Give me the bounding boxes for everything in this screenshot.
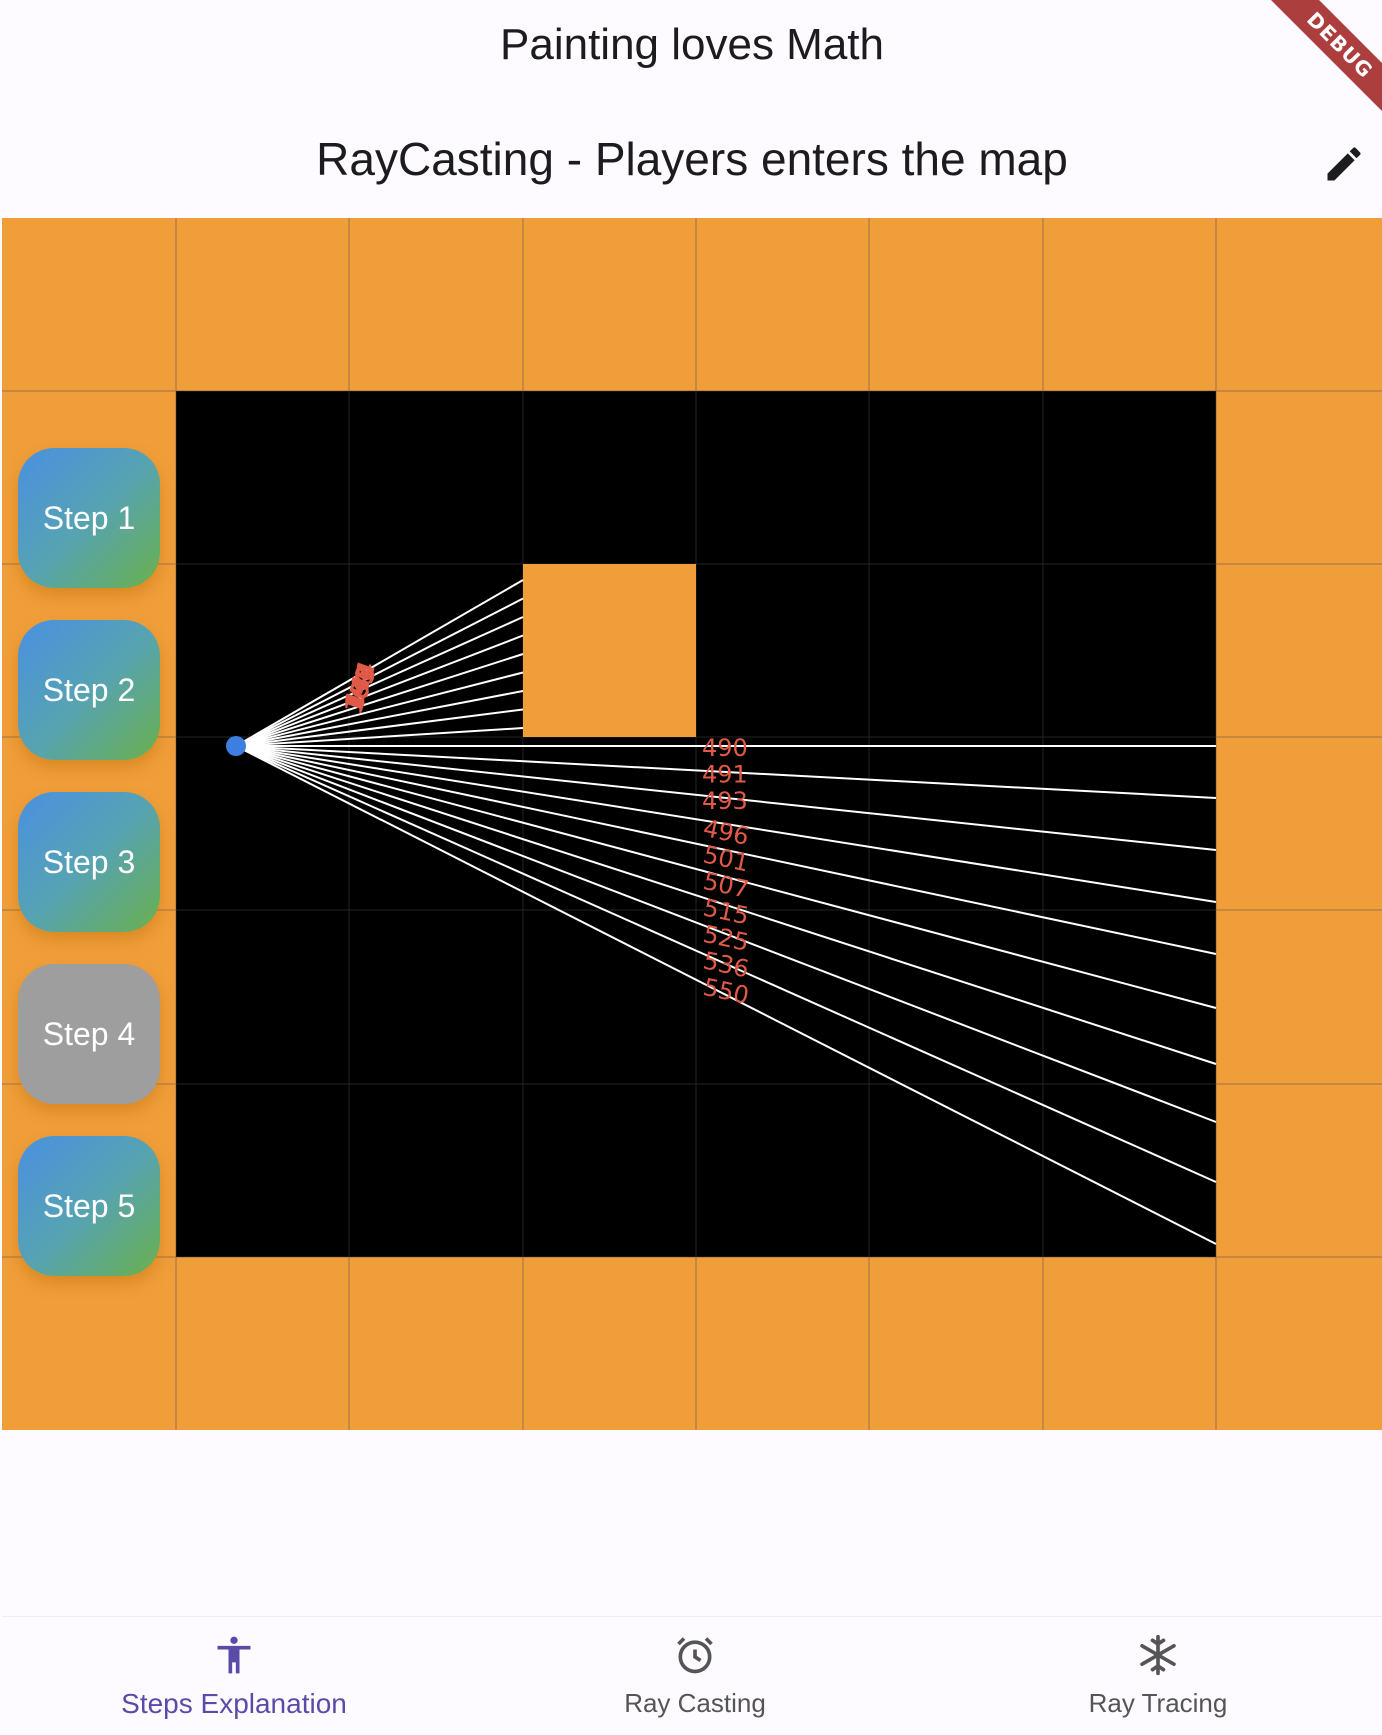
step-4-button[interactable]: Step 4 — [18, 964, 160, 1104]
alarm-clock-icon — [677, 1637, 713, 1674]
nav-steps-explanation[interactable]: Steps Explanation — [84, 1633, 384, 1720]
app-title: Painting loves Math — [500, 20, 884, 69]
player-dot[interactable] — [226, 736, 246, 756]
step-1-button[interactable]: Step 1 — [18, 448, 160, 588]
accessibility-icon — [217, 1636, 251, 1674]
nav-ray-casting[interactable]: Ray Casting — [545, 1633, 845, 1719]
bottom-navigation: Steps Explanation Ray Casting Ray Tracin… — [2, 1616, 1382, 1735]
nav-label: Ray Tracing — [1088, 1688, 1228, 1718]
page-title: RayCasting - Players enters the map — [316, 133, 1068, 185]
pencil-icon — [1327, 147, 1361, 181]
snowflake-icon — [1140, 1634, 1176, 1676]
ray-distance-label: 490 — [702, 734, 748, 762]
edit-button[interactable] — [1318, 138, 1370, 190]
wall-block — [523, 564, 696, 737]
nav-ray-tracing[interactable]: Ray Tracing — [1008, 1633, 1308, 1719]
ray-distance-label: 493 — [702, 787, 748, 815]
raycasting-map[interactable]: 166 161 157 153 150 147 145 144 144 490 491 493 496 5… — [2, 218, 1382, 1430]
ray-distance-label: 491 — [702, 761, 748, 789]
map-canvas: 1661611571531501471451441444904914934965… — [2, 218, 1382, 1430]
step-2-button[interactable]: Step 2 — [18, 620, 160, 760]
step-3-button[interactable]: Step 3 — [18, 792, 160, 932]
nav-label: Ray Casting — [624, 1688, 766, 1718]
step-5-button[interactable]: Step 5 — [18, 1136, 160, 1276]
nav-label: Steps Explanation — [121, 1688, 347, 1719]
